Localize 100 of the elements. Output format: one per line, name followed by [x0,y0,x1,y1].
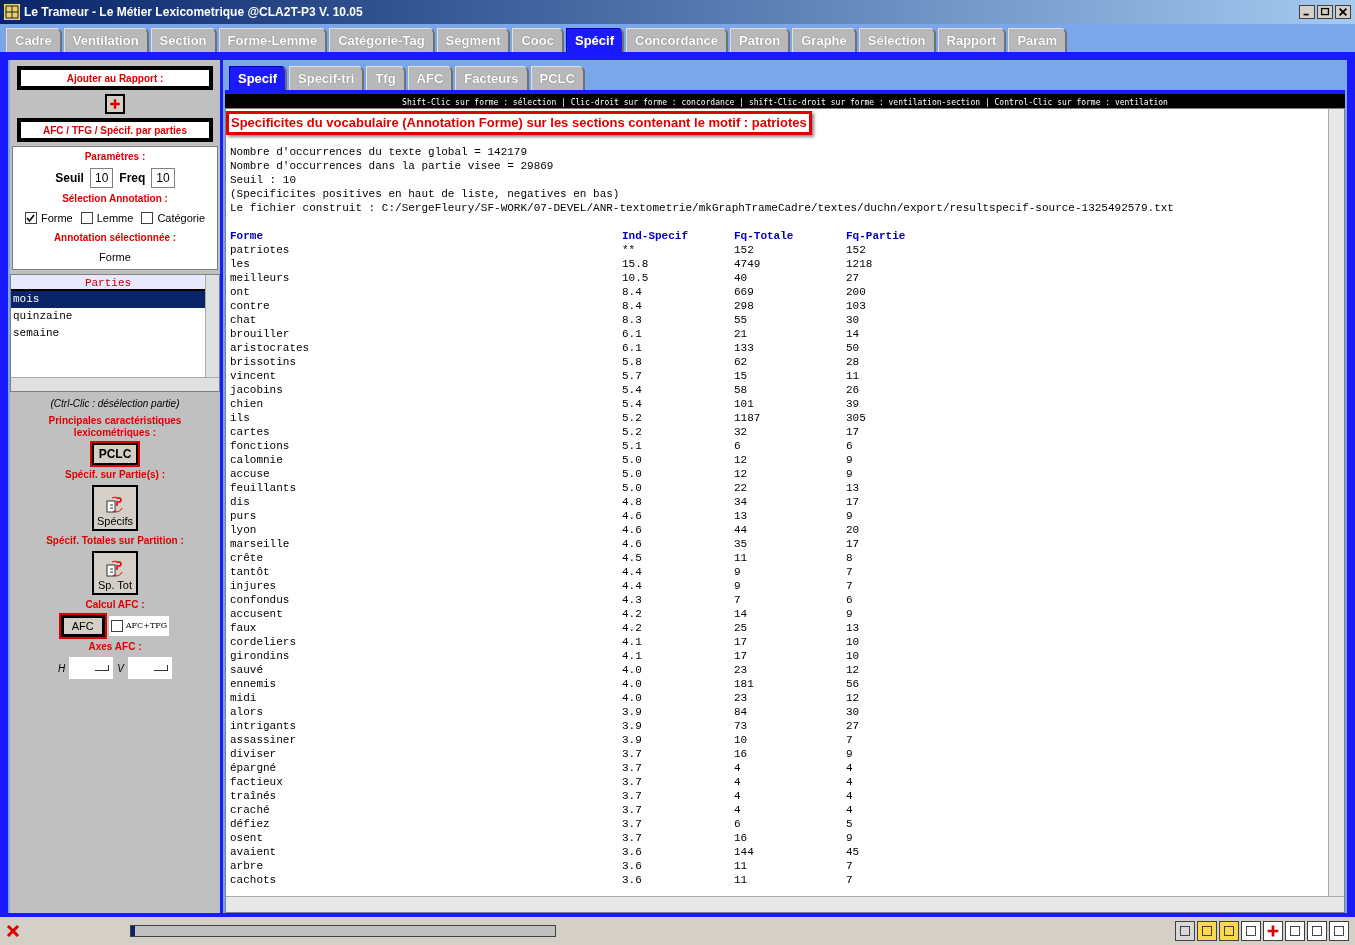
table-cell[interactable]: feuillants [230,481,622,495]
axis-field[interactable] [69,657,114,679]
table-cell[interactable]: midi [230,691,622,705]
table-cell-text: 13 [846,481,861,495]
table-cell-text: 6 [846,439,854,453]
specifs-button[interactable]: Spécifs [92,485,138,531]
table-cell[interactable]: ils [230,411,622,425]
table-cell[interactable]: diviser [230,747,622,761]
table-cell-text: 9 [846,509,854,523]
info-line: (Specificites positives en haut de liste, negatives en bas) [230,187,621,201]
table-cell-text: 5.2 [622,425,643,439]
table-cell[interactable]: avaient [230,845,622,859]
table-cell[interactable]: chat [230,313,622,327]
tab[interactable]: Spécif [566,28,624,52]
checkbox[interactable] [24,212,37,225]
table-cell[interactable]: injures [230,579,622,593]
table-cell[interactable]: cartes [230,425,622,439]
table-cell-text: 30 [846,705,861,719]
table-cell[interactable]: défiez [230,817,622,831]
toolbar-icon[interactable] [1329,921,1349,941]
table-cell-text: 44 [734,523,749,537]
list-item[interactable]: quinzaine [11,308,205,325]
scrollbar[interactable] [226,896,1344,912]
close-icon[interactable] [1335,5,1351,19]
checkbox[interactable] [110,620,123,632]
table-cell-text: 15 [734,369,749,383]
afc-button[interactable]: AFC [60,615,105,637]
list-item[interactable]: mois [11,291,205,308]
table-cell[interactable]: tantôt [230,565,622,579]
table-cell-text: 20 [846,523,861,537]
table-cell[interactable]: factieux [230,775,622,789]
minimize-icon[interactable] [1299,5,1315,19]
toolbar-icon[interactable] [1263,921,1283,941]
table-cell[interactable]: épargné [230,761,622,775]
table-cell[interactable]: alors [230,705,622,719]
toolbar-icon[interactable] [1175,921,1195,941]
toolbar-icon[interactable] [1219,921,1239,941]
selected-annotation: Forme [99,249,131,265]
scrollbar[interactable] [205,275,219,377]
table-cell-text: 3.6 [622,859,643,873]
table-cell[interactable]: confondus [230,593,622,607]
table-cell[interactable]: chien [230,397,622,411]
table-cell[interactable]: brouiller [230,327,622,341]
table-cell-text: 25 [734,621,749,635]
table-cell[interactable]: craché [230,803,622,817]
table-cell[interactable]: cordeliers [230,635,622,649]
freq-field[interactable]: 10 [151,168,175,188]
table-cell[interactable]: sauvé [230,663,622,677]
table-cell[interactable]: fonctions [230,439,622,453]
pclc-button[interactable]: PCLC [91,443,139,465]
table-cell[interactable]: purs [230,509,622,523]
add-icon[interactable] [105,94,125,114]
list-item[interactable]: semaine [11,325,205,342]
maximize-icon[interactable] [1317,5,1333,19]
table-cell[interactable]: contre [230,299,622,313]
table-cell[interactable]: aristocrates [230,341,622,355]
toolbar-icon[interactable] [1241,921,1261,941]
check-icon [26,213,36,223]
table-cell[interactable]: arbre [230,859,622,873]
table-cell[interactable]: osent [230,831,622,845]
checkbox[interactable] [141,212,154,225]
sp-tot-button[interactable]: Sp. Tot [92,551,138,595]
toolbar-icon[interactable] [1197,921,1217,941]
table-cell[interactable]: faux [230,621,622,635]
table-cell[interactable]: accusent [230,607,622,621]
table-cell-text: 7 [846,565,854,579]
scrollbar[interactable] [1328,109,1344,896]
table-cell[interactable]: girondins [230,649,622,663]
table-cell[interactable]: les [230,257,622,271]
result-heading: Specificites du vocabulaire (Annotation Forme) sur les sections contenant le motif : patriotes [226,111,812,135]
table-cell[interactable]: vincent [230,369,622,383]
table-cell-text: 3.6 [622,873,643,887]
tab[interactable]: Specif [229,66,287,90]
table-cell[interactable]: traînés [230,789,622,803]
table-cell[interactable]: patriotes [230,243,622,257]
table-cell[interactable]: marseille [230,537,622,551]
toolbar-icon[interactable] [1285,921,1305,941]
info-line: Nombre d'occurrences du texte global = 142179 [230,145,529,159]
table-cell[interactable]: jacobins [230,383,622,397]
axis-field[interactable] [127,657,172,679]
table-cell[interactable]: dis [230,495,622,509]
seuil-field[interactable]: 10 [89,168,114,188]
table-cell-text: 7 [734,593,742,607]
table-cell-text: 4.5 [622,551,643,565]
table-cell-text: 4.4 [622,565,643,579]
table-cell[interactable]: lyon [230,523,622,537]
table-cell[interactable]: meilleurs [230,271,622,285]
table-cell[interactable]: accuse [230,467,622,481]
table-cell[interactable]: intrigants [230,719,622,733]
table-cell[interactable]: calomnie [230,453,622,467]
table-cell[interactable]: brissotins [230,355,622,369]
table-cell[interactable]: crête [230,551,622,565]
table-cell[interactable]: cachots [230,873,622,887]
table-cell-text: 103 [846,299,867,313]
checkbox[interactable] [80,212,93,225]
toolbar-icon[interactable] [1307,921,1327,941]
table-cell[interactable]: assassiner [230,733,622,747]
table-cell[interactable]: ennemis [230,677,622,691]
table-cell[interactable]: ont [230,285,622,299]
scrollbar[interactable] [11,377,219,391]
